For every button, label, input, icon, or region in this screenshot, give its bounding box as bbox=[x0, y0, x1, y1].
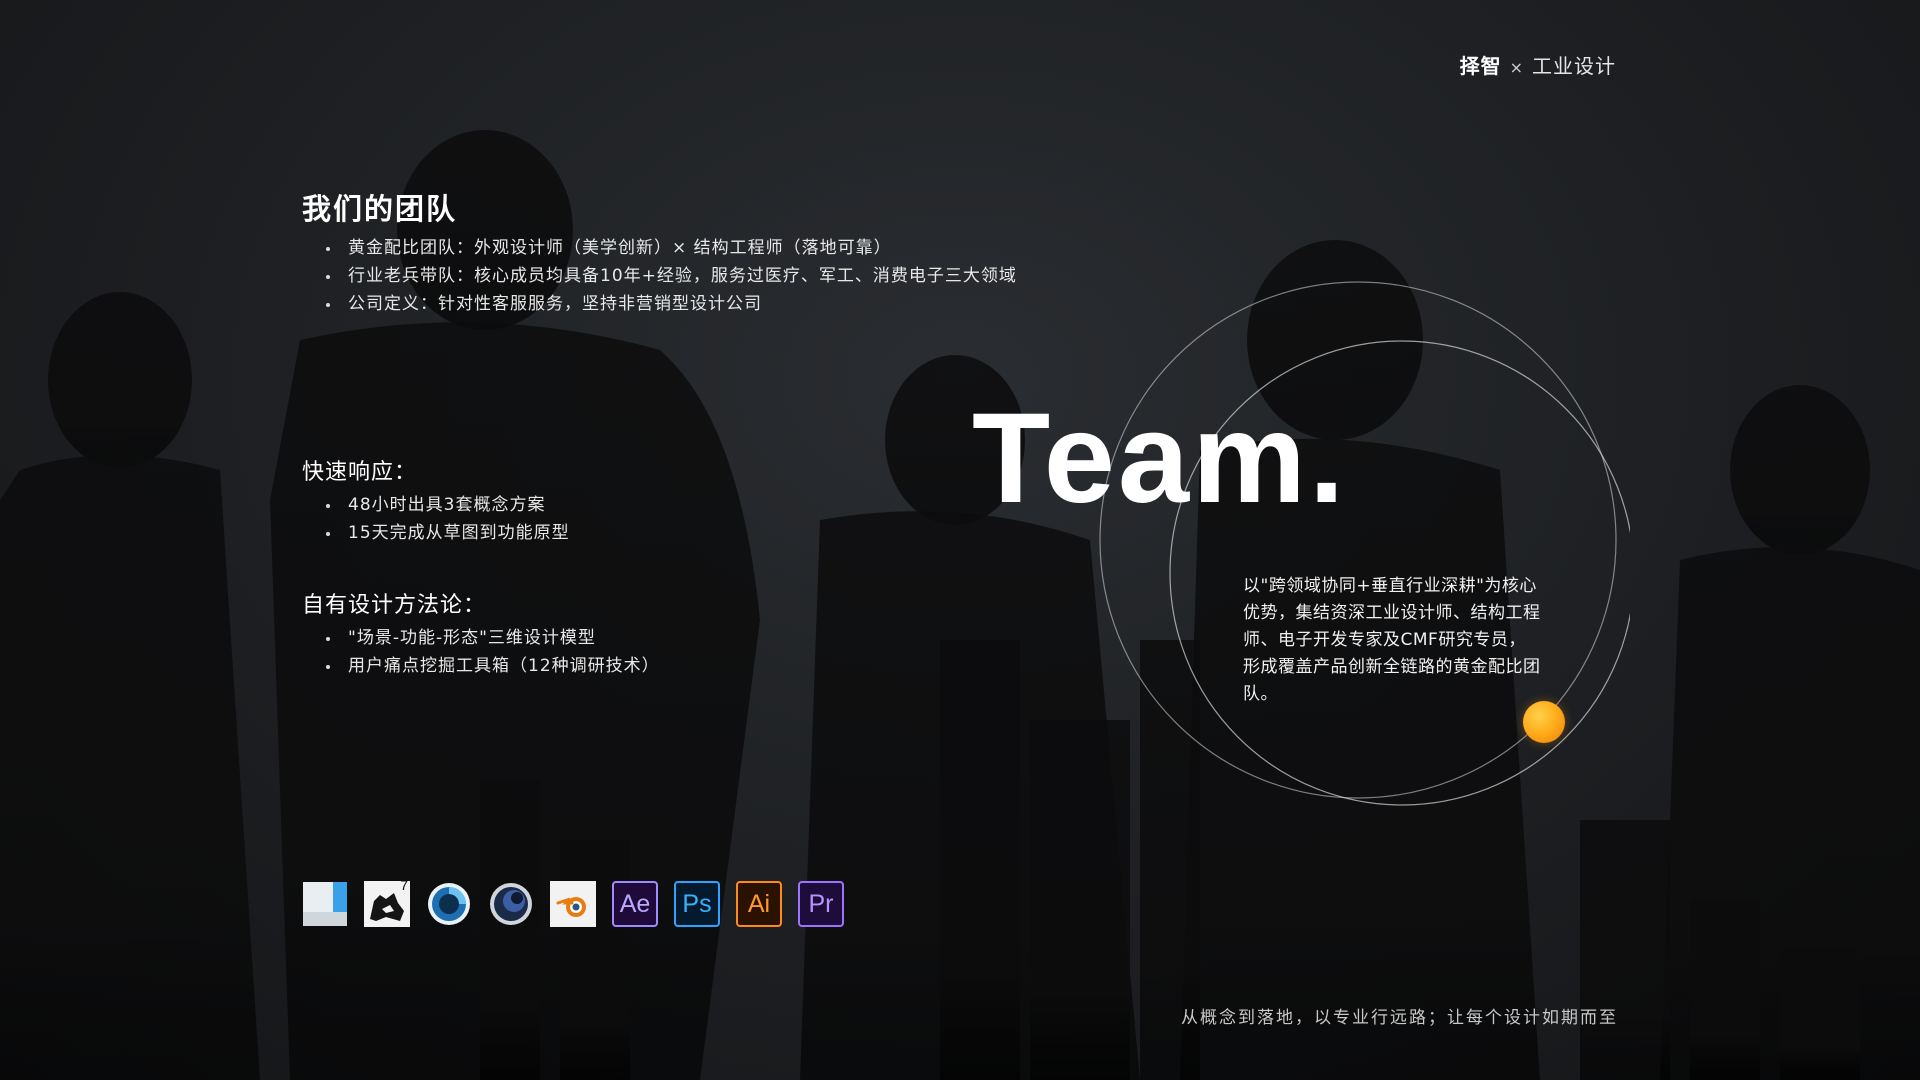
team-description: 以"跨领域协同+垂直行业深耕"为核心优势，集结资深工业设计师、结构工程师、电子开… bbox=[1243, 576, 1541, 704]
blender-icon bbox=[550, 881, 596, 927]
solidworks-icon bbox=[302, 881, 348, 927]
list-item: 黄金配比团队：外观设计师（美学创新）× 结构工程师（落地可靠） bbox=[326, 234, 1017, 262]
fast-response-title: 快速响应： bbox=[302, 460, 418, 485]
premiere-pro-icon: Pr bbox=[798, 881, 844, 927]
cinema-4d-icon bbox=[488, 881, 534, 927]
list-item: 行业老兵带队：核心成员均具备10年+经验，服务过医疗、军工、消费电子三大领域 bbox=[326, 262, 1017, 290]
methodology-title: 自有设计方法论： bbox=[302, 593, 487, 618]
methodology-bullets: "场景-功能-形态"三维设计模型 用户痛点挖掘工具箱（12种调研技术） bbox=[326, 624, 660, 680]
list-item: 用户痛点挖掘工具箱（12种调研技术） bbox=[326, 652, 660, 680]
brand-name: 择智 bbox=[1459, 54, 1502, 78]
team-section-title: 我们的团队 bbox=[302, 192, 458, 226]
brand-suffix: 工业设计 bbox=[1532, 54, 1616, 78]
list-item: 15天完成从草图到功能原型 bbox=[326, 519, 570, 547]
rhino-version-label: 7 bbox=[400, 877, 408, 893]
illustrator-icon: Ai bbox=[736, 881, 782, 927]
team-headline: Team. bbox=[972, 387, 1348, 530]
rhino-7-icon: 7 bbox=[364, 877, 410, 927]
background-silhouettes bbox=[0, 0, 1920, 1080]
after-effects-icon: Ae bbox=[612, 881, 658, 927]
fast-response-bullets: 48小时出具3套概念方案 15天完成从草图到功能原型 bbox=[326, 491, 570, 547]
team-bullets: 黄金配比团队：外观设计师（美学创新）× 结构工程师（落地可靠） 行业老兵带队：核… bbox=[326, 234, 1017, 318]
list-item: 48小时出具3套概念方案 bbox=[326, 491, 570, 519]
footer-tagline: 从概念到落地，以专业行远路；让每个设计如期而至 bbox=[1181, 1008, 1618, 1028]
photoshop-icon: Ps bbox=[674, 881, 720, 927]
software-tools: 7 Ae Ps Ai Pr bbox=[302, 877, 844, 927]
list-item: "场景-功能-形态"三维设计模型 bbox=[326, 624, 660, 652]
keyshot-icon bbox=[426, 881, 472, 927]
brand-header: 择智 × 工业设计 bbox=[1460, 50, 1616, 79]
brand-separator: × bbox=[1509, 58, 1524, 77]
list-item: 公司定义：针对性客服服务，坚持非营销型设计公司 bbox=[326, 290, 1017, 318]
